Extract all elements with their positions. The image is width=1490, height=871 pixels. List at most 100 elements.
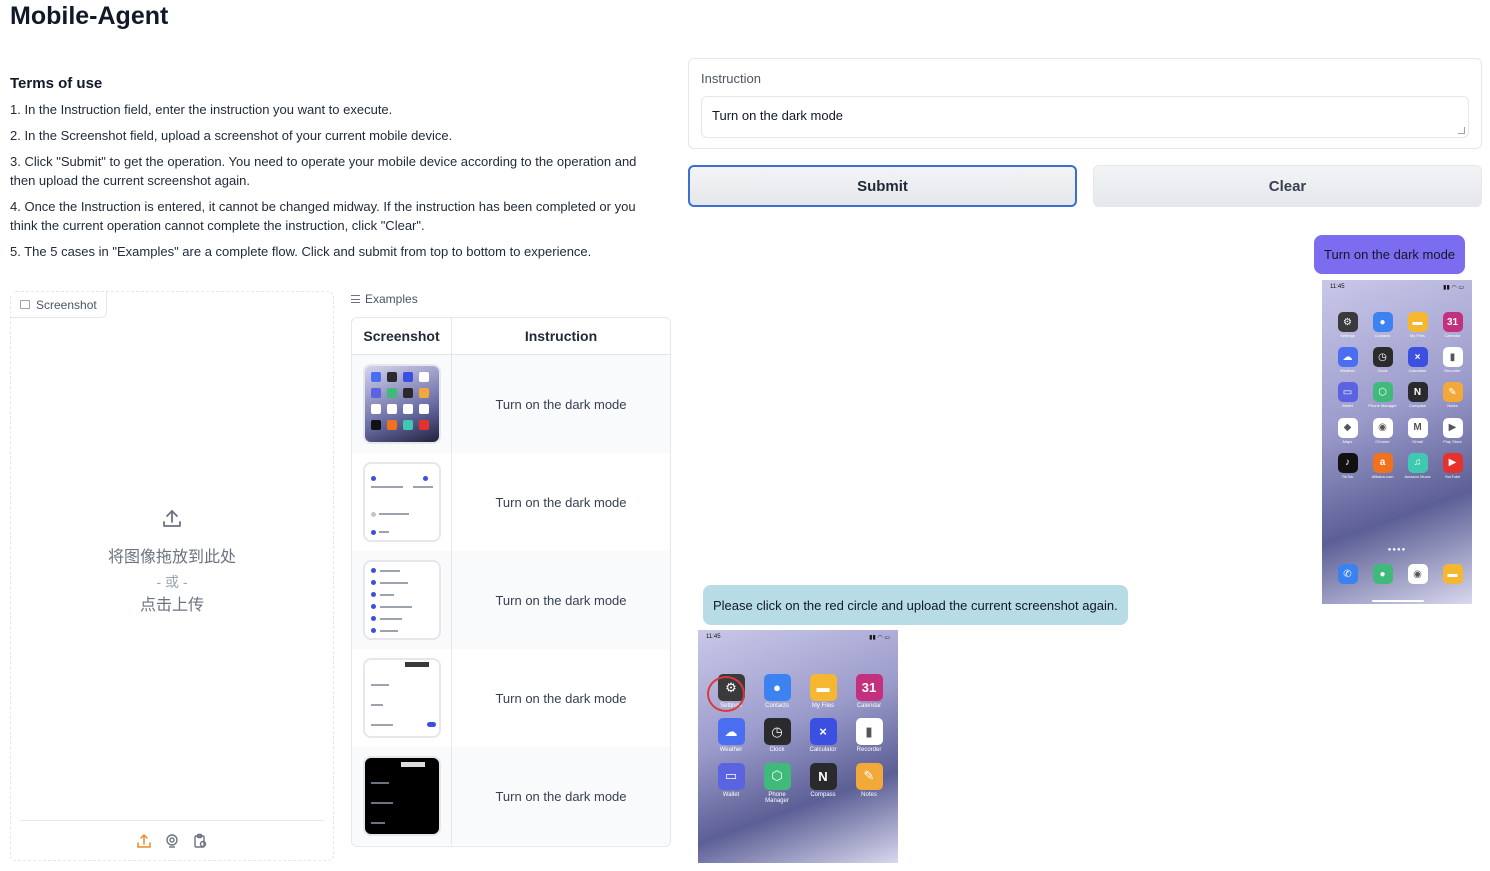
or-text: - 或 -: [156, 574, 188, 590]
app-label: Weather: [1339, 368, 1356, 374]
app-icon: ◷ Clock: [1365, 347, 1400, 373]
instruction-value: Turn on the dark mode: [712, 108, 844, 123]
app-icon: ⬡ Phone Manager: [1365, 382, 1400, 408]
annotated-screenshot: 11:45 ▮▮ ◠ ▭ ⚙ Settings ● Contacts ▬ My Files…: [698, 630, 898, 863]
app-icon: ▬ My Files: [1400, 312, 1435, 338]
example-row[interactable]: Turn on the dark mode: [352, 453, 670, 551]
example-instruction: Turn on the dark mode: [495, 592, 627, 608]
app-icon: 31 Calendar: [846, 674, 892, 709]
app-label: Wallet: [1342, 403, 1353, 409]
user-message: Turn on the dark mode: [1314, 235, 1466, 274]
app-label: Wallet: [722, 791, 740, 798]
clipboard-icon[interactable]: [192, 833, 208, 849]
app-label: Amazon Music: [1404, 473, 1431, 479]
header-instruction: Instruction: [524, 328, 598, 344]
drop-text: 将图像拖放到此处: [107, 549, 236, 566]
app-label: Contacts: [765, 703, 789, 709]
app-icon: a Alibaba.com: [1365, 452, 1400, 479]
examples-table: Screenshot Instruction Turn on the dark …: [351, 317, 671, 847]
app-icon: × Calculator: [1400, 347, 1435, 373]
terms-item: 1. In the Instruction field, enter the i…: [10, 102, 393, 117]
terms-item: 5. The 5 cases in "Examples" are a compl…: [10, 244, 592, 259]
app-icon: ◉ Chrome: [1365, 417, 1400, 444]
app-label: Calendar: [1444, 333, 1461, 338]
click-upload-text[interactable]: 点击上传: [11, 594, 333, 618]
example-thumbnail: [362, 658, 441, 738]
app-grid: ⚙ Settings ● Contacts ▬ My Files 31 Calendar ☁ We…: [1330, 312, 1470, 479]
example-instruction: Turn on the dark mode: [495, 494, 627, 510]
example-instruction: Turn on the dark mode: [495, 396, 627, 412]
app-label: Notes: [1447, 403, 1458, 409]
example-thumbnail: [362, 756, 441, 836]
app-label: Chrome: [1375, 438, 1390, 444]
upload-dropzone[interactable]: 将图像拖放到此处 - 或 - 点击上传: [11, 507, 333, 618]
examples-label: Examples: [351, 292, 418, 306]
app-icon: ● Contacts: [1365, 312, 1400, 338]
home-bar: [1372, 600, 1424, 602]
screenshot-tab: Screenshot: [11, 292, 107, 318]
app-icon: ▶ YouTube: [1435, 452, 1470, 479]
app-icon: ▶ Play Store: [1435, 417, 1470, 444]
instruction-input[interactable]: Turn on the dark mode: [701, 96, 1469, 138]
app-icon: ✆: [1330, 564, 1365, 584]
app-icon: ⬡ Phone Manager: [754, 762, 800, 805]
terms-item: 3. Click "Submit" to get the operation. …: [10, 154, 637, 188]
example-row[interactable]: Turn on the dark mode: [352, 355, 670, 453]
app-icon: ▮ Recorder: [846, 718, 892, 753]
app-label: Weather: [719, 747, 743, 754]
example-row[interactable]: Turn on the dark mode: [352, 747, 670, 845]
app-icon: N Compass: [800, 762, 846, 805]
example-row[interactable]: Turn on the dark mode: [352, 649, 670, 747]
app-icon: ◷ Clock: [754, 718, 800, 753]
red-circle-marker: [707, 676, 745, 712]
app-icon: ◉: [1400, 564, 1435, 584]
app-icon: ▬: [1435, 564, 1470, 584]
app-label: Alibaba.com: [1371, 473, 1394, 479]
app-icon: ♫ Amazon Music: [1400, 452, 1435, 479]
app-icon: ▮ Recorder: [1435, 347, 1470, 373]
app-label: Settings: [1340, 333, 1355, 338]
app-label: Calculator: [809, 747, 837, 754]
terms-item: 2. In the Screenshot field, upload a scr…: [10, 128, 453, 143]
app-label: Phone Manager: [765, 791, 789, 804]
app-label: My Files: [1410, 333, 1425, 338]
screenshot-tab-label: Screenshot: [36, 297, 97, 312]
app-label: Recorder: [1444, 368, 1461, 374]
upload-source-bar: [19, 820, 325, 860]
upload-source-icon[interactable]: [136, 833, 152, 849]
instruction-label: Instruction: [701, 71, 761, 86]
app-label: My Files: [811, 703, 835, 709]
status-time: 11:45: [1330, 284, 1345, 290]
terms-heading: Terms of use: [10, 75, 103, 92]
upload-icon: [163, 510, 181, 527]
app-icon: ♪ TikTok: [1330, 452, 1365, 479]
app-icon: ⚙ Settings: [1330, 312, 1365, 338]
clear-button[interactable]: Clear: [1093, 165, 1482, 207]
app-icon: 31 Calendar: [1435, 312, 1470, 338]
example-thumbnail: [362, 364, 441, 444]
example-row[interactable]: Turn on the dark mode: [352, 551, 670, 649]
submit-button[interactable]: Submit: [688, 165, 1077, 207]
app-icon: ● Contacts: [754, 674, 800, 709]
status-icons: ▮▮ ◠ ▭: [1443, 285, 1464, 291]
webcam-icon[interactable]: [164, 833, 180, 849]
status-icons: ▮▮ ◠ ▭: [869, 635, 890, 641]
list-icon: [351, 295, 360, 303]
image-icon: [20, 300, 30, 309]
app-icon: ▬ My Files: [800, 674, 846, 709]
screenshot-upload[interactable]: Screenshot 将图像拖放到此处 - 或 - 点击上传: [10, 291, 334, 861]
header-screenshot: Screenshot: [352, 318, 452, 354]
app-icon: M Gmail: [1400, 417, 1435, 444]
app-icon: ☁ Weather: [1330, 347, 1365, 373]
app-icon: ▭ Wallet: [1330, 382, 1365, 408]
app-label: Notes: [861, 791, 877, 798]
example-instruction: Turn on the dark mode: [495, 690, 627, 706]
instruction-panel: Instruction Turn on the dark mode: [688, 58, 1482, 149]
app-icon: ✎ Notes: [1435, 382, 1470, 408]
page-indicator: ●●●●: [1387, 547, 1407, 553]
dock: ✆ ● ◉ ▬: [1330, 564, 1470, 584]
resize-handle[interactable]: [1458, 127, 1465, 134]
app-icon: ☁ Weather: [708, 718, 754, 753]
app-label: TikTok: [1341, 473, 1354, 479]
app-label: Play Store: [1443, 438, 1462, 444]
